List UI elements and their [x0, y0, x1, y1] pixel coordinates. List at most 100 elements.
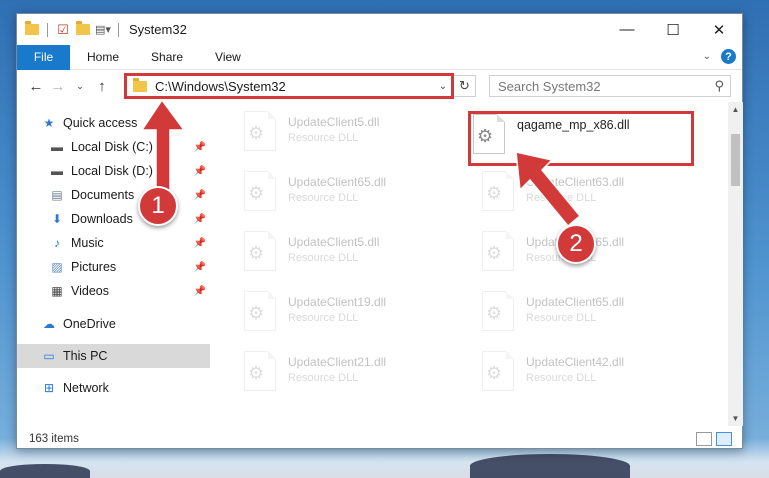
ribbon-tabs: File Home Share View ⌄ ?	[17, 44, 742, 70]
file-name: UpdateClient42.dll	[526, 355, 625, 369]
tab-view[interactable]: View	[199, 45, 257, 70]
star-icon: ★	[43, 116, 55, 130]
view-switcher	[696, 432, 732, 446]
search-placeholder: Search System32	[498, 78, 601, 94]
status-bar: 163 items	[17, 428, 742, 450]
explorer-window: ☑ ▤▾ System32 — ☐ ✕ File Home Share View…	[16, 13, 743, 449]
details-view-icon[interactable]	[696, 432, 712, 446]
search-input[interactable]: Search System32 ⚲	[489, 75, 731, 97]
recent-locations-icon[interactable]: ⌄	[69, 81, 91, 92]
file-item[interactable]: ⚙ UpdateClient65.dll Resource DLL	[212, 171, 437, 225]
dll-file-icon: ⚙	[469, 114, 509, 162]
file-item[interactable]: ⚙ UpdateClient5.dll Resource DLL	[212, 231, 437, 285]
scroll-thumb[interactable]	[731, 134, 740, 186]
dll-file-icon: ⚙	[478, 231, 518, 279]
file-list: ⚙ UpdateClient5.dll Resource DLL ⚙ Updat…	[212, 109, 728, 425]
back-button[interactable]: ←	[25, 78, 47, 95]
file-type: Resource DLL	[288, 192, 359, 204]
nav-label: Quick access	[63, 116, 138, 130]
file-name: qagame_mp_x86.dll	[517, 118, 630, 132]
cloud-icon: ☁	[43, 317, 55, 331]
nav-pictures[interactable]: ▨ Pictures 📌	[17, 255, 210, 279]
up-button[interactable]: ↑	[91, 78, 113, 95]
file-type: Resource DLL	[288, 372, 359, 384]
scroll-up-icon[interactable]: ▲	[728, 105, 743, 114]
help-icon[interactable]: ?	[721, 49, 736, 64]
step-2-badge: 2	[556, 224, 596, 264]
tab-share[interactable]: Share	[135, 45, 199, 70]
tab-file[interactable]: File	[17, 44, 70, 70]
nav-this-pc[interactable]: ▭ This PC	[17, 344, 210, 368]
nav-downloads[interactable]: ⬇ Downloads 📌	[17, 207, 210, 231]
nav-onedrive[interactable]: ☁ OneDrive	[17, 312, 210, 336]
music-icon: ♪	[54, 236, 60, 250]
dll-file-icon: ⚙	[240, 291, 280, 339]
file-type: Resource DLL	[526, 372, 597, 384]
title-bar: ☑ ▤▾ System32 — ☐ ✕	[17, 14, 742, 45]
computer-icon: ▭	[43, 349, 55, 363]
scroll-down-icon[interactable]: ▼	[728, 414, 743, 423]
window-controls: — ☐ ✕	[604, 14, 742, 45]
customize-toolbar-icon[interactable]: ▤▾	[94, 21, 112, 39]
file-name: UpdateClient19.dll	[288, 295, 387, 309]
desktop-cloud	[470, 454, 630, 478]
pin-icon: 📌	[193, 285, 206, 297]
vertical-scrollbar[interactable]: ▲ ▼	[728, 102, 743, 426]
forward-button[interactable]: →	[47, 78, 69, 95]
step-1-badge: 1	[138, 186, 178, 226]
nav-label: Downloads	[71, 212, 133, 226]
documents-icon: ▤	[51, 188, 63, 202]
file-type: Resource DLL	[526, 312, 597, 324]
file-name: UpdateClient21.dll	[288, 355, 387, 369]
refresh-button[interactable]: ↻	[454, 75, 476, 97]
nav-label: Pictures	[71, 260, 117, 274]
address-bar[interactable]: C:\Windows\System32 ⌄	[124, 73, 454, 99]
dll-file-icon: ⚙	[240, 351, 280, 399]
close-button[interactable]: ✕	[696, 14, 742, 45]
folder-icon[interactable]	[23, 21, 41, 39]
nav-label: Documents	[71, 188, 135, 202]
file-item[interactable]: ⚙ UpdateClient65.dll Resource DLL	[450, 291, 675, 345]
tab-home[interactable]: Home	[70, 45, 135, 70]
file-name: UpdateClient65.dll	[288, 175, 387, 189]
item-count: 163 items	[29, 433, 79, 445]
new-folder-icon[interactable]	[74, 21, 92, 39]
expand-ribbon-icon[interactable]: ⌄	[703, 51, 711, 62]
nav-network[interactable]: ⊞ Network	[17, 376, 210, 400]
file-item[interactable]: ⚙ UpdateClient5.dll Resource DLL	[212, 111, 437, 165]
large-icons-view-icon[interactable]	[716, 432, 732, 446]
file-type: Resource DLL	[288, 312, 359, 324]
file-item[interactable]: ⚙ UpdateClient19.dll Resource DLL	[212, 291, 437, 345]
dll-file-icon: ⚙	[478, 291, 518, 339]
minimize-button[interactable]: —	[604, 14, 650, 45]
drive-icon: ▬	[51, 140, 63, 154]
properties-icon[interactable]: ☑	[54, 21, 72, 39]
divider	[47, 22, 48, 37]
file-name: UpdateClient5.dll	[288, 235, 380, 249]
divider	[118, 22, 119, 37]
address-path[interactable]: C:\Windows\System32	[155, 79, 435, 94]
maximize-button[interactable]: ☐	[650, 14, 696, 45]
dll-file-icon: ⚙	[240, 111, 280, 159]
videos-icon: ▦	[51, 284, 63, 298]
file-item[interactable]: ⚙ UpdateClient42.dll Resource DLL	[450, 351, 675, 405]
quick-access-toolbar: ☑ ▤▾	[17, 21, 123, 39]
ribbon-right: ⌄ ?	[703, 49, 736, 64]
nav-label: Network	[63, 381, 109, 395]
dll-file-icon: ⚙	[478, 351, 518, 399]
chevron-down-icon[interactable]: ⌄	[435, 81, 451, 92]
window-title: System32	[129, 22, 187, 37]
dll-file-icon: ⚙	[240, 231, 280, 279]
nav-label: This PC	[63, 349, 108, 363]
nav-label: OneDrive	[63, 317, 116, 331]
pictures-icon: ▨	[51, 260, 63, 274]
file-name: UpdateClient5.dll	[288, 115, 380, 129]
file-type: Resource DLL	[288, 132, 359, 144]
folder-icon	[133, 77, 147, 92]
nav-label: Music	[71, 236, 104, 250]
nav-videos[interactable]: ▦ Videos 📌	[17, 279, 210, 303]
file-item[interactable]: ⚙ UpdateClient21.dll Resource DLL	[212, 351, 437, 405]
pin-icon: 📌	[193, 213, 206, 225]
search-icon: ⚲	[714, 78, 724, 93]
nav-music[interactable]: ♪ Music 📌	[17, 231, 210, 255]
